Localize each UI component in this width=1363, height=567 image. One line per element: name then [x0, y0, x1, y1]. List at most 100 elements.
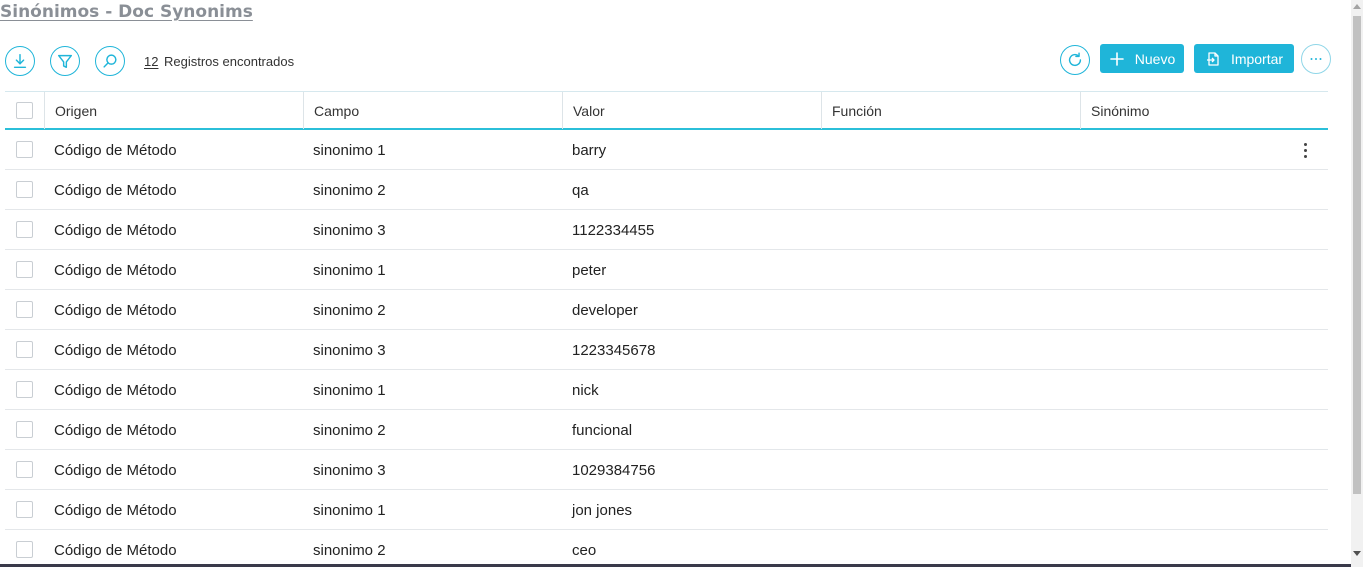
cell-sinonimo — [1080, 170, 1090, 210]
row-actions-kebab-icon[interactable] — [1299, 143, 1311, 159]
column-header-funcion[interactable]: Función — [821, 92, 1080, 129]
table-row[interactable]: Código de Método sinonimo 2 funcional — [5, 410, 1328, 450]
row-checkbox[interactable] — [16, 421, 33, 438]
row-checkbox[interactable] — [16, 141, 33, 158]
row-checkbox[interactable] — [16, 461, 33, 478]
cell-sinonimo — [1080, 530, 1090, 567]
cell-campo: sinonimo 1 — [313, 141, 386, 159]
cell-sinonimo — [1080, 290, 1090, 330]
table-row[interactable]: Código de Método sinonimo 2 qa — [5, 170, 1328, 210]
cell-campo: sinonimo 2 — [313, 301, 386, 319]
cell-campo: sinonimo 3 — [313, 341, 386, 359]
cell-valor: ceo — [572, 541, 597, 559]
cell-valor: barry — [572, 141, 607, 159]
cell-funcion — [821, 130, 831, 170]
cell-sinonimo — [1080, 450, 1090, 490]
scroll-thumb[interactable] — [1353, 16, 1361, 494]
cell-funcion — [821, 290, 831, 330]
cell-campo: sinonimo 1 — [313, 261, 386, 279]
cell-campo: sinonimo 2 — [313, 181, 386, 199]
row-checkbox[interactable] — [16, 501, 33, 518]
column-header-valor[interactable]: Valor — [562, 92, 821, 129]
cell-sinonimo — [1080, 330, 1090, 370]
refresh-icon — [1068, 52, 1082, 67]
cell-sinonimo — [1080, 490, 1090, 530]
cell-origen: Código de Método — [54, 141, 177, 159]
scroll-up-arrow[interactable] — [1353, 4, 1361, 9]
row-checkbox[interactable] — [16, 341, 33, 358]
column-header-origen[interactable]: Origen — [44, 92, 303, 129]
new-button-label: Nuevo — [1134, 50, 1176, 67]
table-row[interactable]: Código de Método sinonimo 3 1223345678 — [5, 330, 1328, 370]
cell-valor: 1223345678 — [572, 341, 656, 359]
table-row[interactable]: Código de Método sinonimo 3 1122334455 — [5, 210, 1328, 250]
cell-funcion — [821, 370, 831, 410]
cell-sinonimo — [1080, 250, 1090, 290]
cell-origen: Código de Método — [54, 261, 177, 279]
cell-origen: Código de Método — [54, 341, 177, 359]
cell-valor: qa — [572, 181, 589, 199]
cell-valor: developer — [572, 301, 638, 319]
table-row[interactable]: Código de Método sinonimo 1 nick — [5, 370, 1328, 410]
page-title[interactable]: Sinónimos - Doc Synonims — [0, 2, 253, 22]
cell-origen: Código de Método — [54, 221, 177, 239]
cell-origen: Código de Método — [54, 501, 177, 519]
import-icon — [1206, 51, 1219, 66]
cell-origen: Código de Método — [54, 461, 177, 479]
cell-origen: Código de Método — [54, 421, 177, 439]
new-button[interactable]: Nuevo — [1100, 44, 1184, 73]
search-button[interactable] — [95, 46, 125, 76]
cell-funcion — [821, 330, 831, 370]
vertical-scrollbar[interactable] — [1351, 0, 1363, 567]
table-row[interactable]: Código de Método sinonimo 1 barry — [5, 130, 1328, 170]
cell-funcion — [821, 170, 831, 210]
table-row[interactable]: Código de Método sinonimo 3 1029384756 — [5, 450, 1328, 490]
cell-valor: jon jones — [572, 501, 633, 519]
grid-header: Origen Campo Valor Función Sinónimo — [5, 91, 1328, 130]
row-checkbox[interactable] — [16, 261, 33, 278]
column-header-sinonimo[interactable]: Sinónimo — [1080, 92, 1328, 129]
cell-origen: Código de Método — [54, 301, 177, 319]
import-button-label: Importar — [1230, 50, 1284, 67]
scroll-down-arrow[interactable] — [1353, 551, 1361, 556]
cell-funcion — [821, 530, 831, 567]
cell-funcion — [821, 490, 831, 530]
cell-valor: 1122334455 — [572, 221, 655, 239]
row-checkbox[interactable] — [16, 301, 33, 318]
record-count[interactable]: 12 — [144, 54, 158, 69]
table-row[interactable]: Código de Método sinonimo 1 jon jones — [5, 490, 1328, 530]
cell-origen: Código de Método — [54, 181, 177, 199]
cell-sinonimo — [1080, 210, 1090, 250]
cell-funcion — [821, 250, 831, 290]
cell-funcion — [821, 210, 831, 250]
plus-icon — [1109, 51, 1124, 66]
refresh-button[interactable] — [1060, 45, 1090, 75]
table-row[interactable]: Código de Método sinonimo 2 developer — [5, 290, 1328, 330]
cell-funcion — [821, 450, 831, 490]
row-checkbox[interactable] — [16, 541, 33, 558]
cell-sinonimo — [1080, 370, 1090, 410]
cell-sinonimo — [1080, 130, 1090, 170]
download-icon — [13, 53, 27, 69]
download-button[interactable] — [5, 46, 35, 76]
more-options-button[interactable] — [1301, 44, 1331, 74]
table-row[interactable]: Código de Método sinonimo 2 ceo — [5, 530, 1328, 567]
row-checkbox[interactable] — [16, 381, 33, 398]
cell-campo: sinonimo 1 — [313, 501, 386, 519]
cell-campo: sinonimo 1 — [313, 381, 386, 399]
select-all-checkbox[interactable] — [16, 102, 33, 119]
row-checkbox[interactable] — [16, 181, 33, 198]
cell-campo: sinonimo 3 — [313, 221, 386, 239]
cell-valor: peter — [572, 261, 607, 279]
import-button[interactable]: Importar — [1194, 44, 1294, 73]
data-grid: Origen Campo Valor Función Sinónimo Códi… — [5, 91, 1328, 567]
cell-valor: funcional — [572, 421, 633, 439]
row-checkbox[interactable] — [16, 221, 33, 238]
cell-origen: Código de Método — [54, 381, 177, 399]
table-row[interactable]: Código de Método sinonimo 1 peter — [5, 250, 1328, 290]
grid-body: Código de Método sinonimo 1 barry Código de… — [5, 130, 1328, 567]
column-header-campo[interactable]: Campo — [303, 92, 562, 129]
filter-button[interactable] — [50, 46, 80, 76]
cell-origen: Código de Método — [54, 541, 177, 559]
cell-sinonimo — [1080, 410, 1090, 450]
